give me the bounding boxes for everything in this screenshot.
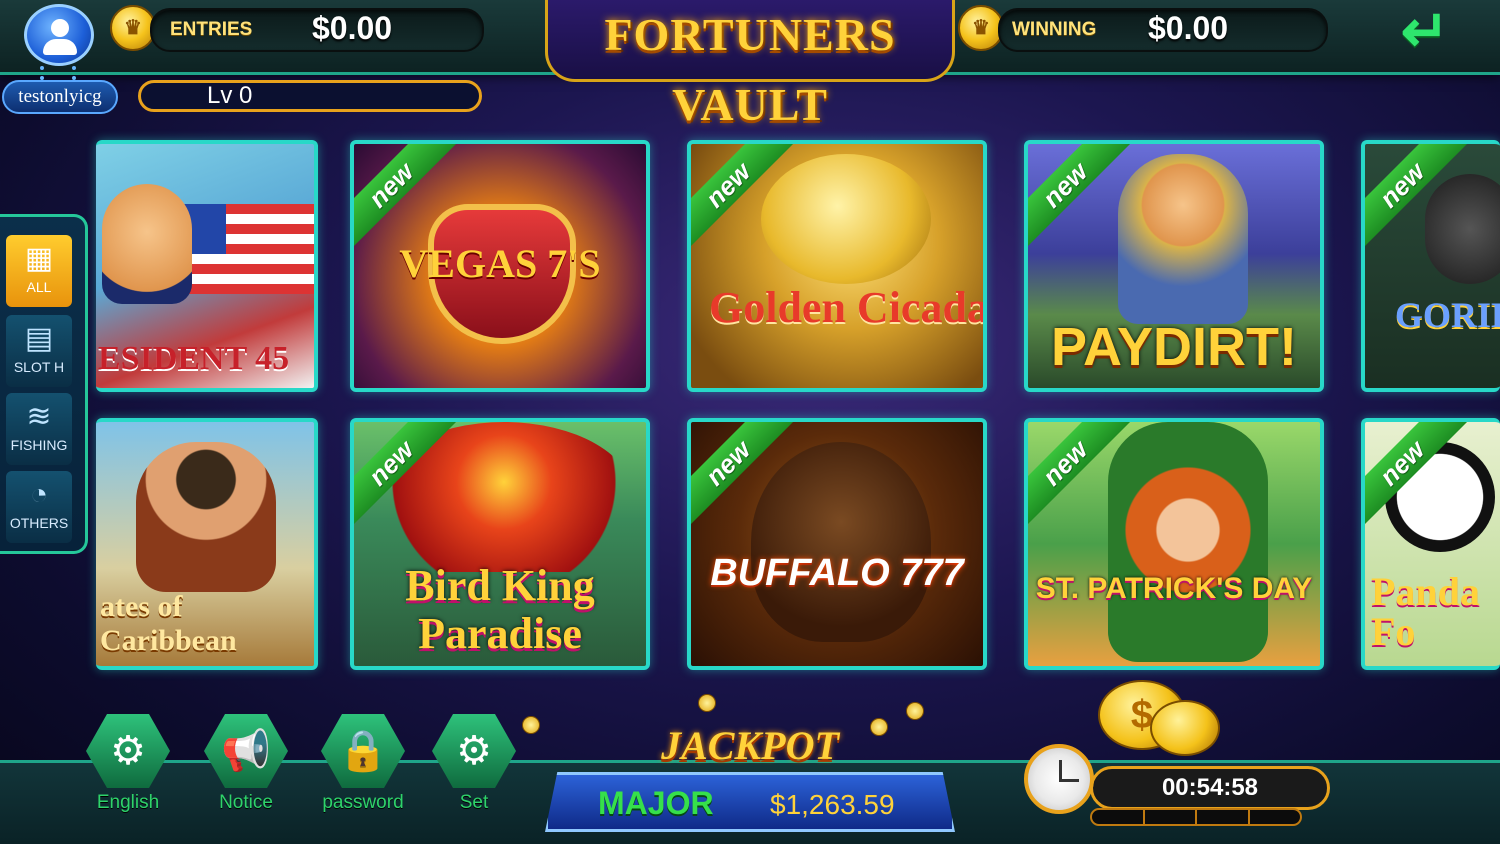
dollar-coin-icon [1150,700,1220,756]
winning-box: WINNING $0.00 [998,8,1328,52]
winning-label: WINNING [1012,19,1097,40]
coin-decoration [870,718,888,736]
game-tile-bird-king-paradise[interactable]: Bird King Paradise new [350,418,650,670]
avatar[interactable] [24,4,94,66]
shark-icon: ≋ [26,400,52,433]
jackpot-tier: MAJOR [598,785,714,821]
entries-label: ENTRIES [170,19,253,40]
game-tile-pirates-caribbean[interactable]: ates of Caribbean [96,418,318,670]
jackpot-panel: MAJOR $1,263.59 [545,772,955,832]
game-tile-buffalo-777[interactable]: BUFFALO 777 new [687,418,987,670]
back-arrow-icon[interactable]: ↵ [1370,2,1480,66]
pirate-art [136,442,276,592]
new-ribbon: new [1028,144,1131,251]
gorilla-art [1425,174,1500,284]
coin-decoration [698,694,716,712]
level-bar: Lv 0 [138,80,482,112]
coin-decoration [906,702,924,720]
game-title: Bird King Paradise [405,561,595,658]
game-title: GORILL [1395,295,1500,335]
password-label[interactable]: password [308,792,418,814]
game-tile-gorilla[interactable]: GORILL new [1361,140,1500,392]
game-tile-paydirt[interactable]: PAYDIRT! new [1024,140,1324,392]
game-title: Golden Cicada [709,283,987,332]
game-title: ESIDENT 45 [98,340,290,377]
pie-chart-icon: ◔ [29,478,49,511]
winning-value: $0.00 [1148,10,1229,46]
coin-decoration [522,716,540,734]
toad-art [761,154,931,284]
game-title: ST. PATRICK'S DAY [1035,572,1313,605]
game-tile-st-patricks-day[interactable]: ST. PATRICK'S DAY new [1024,418,1324,670]
logo-text: FORTUNERS VAULT [604,9,896,130]
game-logo: FORTUNERS VAULT [545,0,955,130]
set-label[interactable]: Set [419,792,529,814]
jackpot-amount: $1,263.59 [770,789,895,820]
category-others[interactable]: ◔ OTHERS [6,471,72,543]
grid-icon: ▦ [24,242,54,275]
countdown-timer: 00:54:58 [1090,766,1330,810]
buffalo-art [751,442,931,642]
user-icon [51,19,69,37]
clock-icon [1024,744,1094,814]
entries-value: $0.00 [312,10,393,46]
character-art [102,184,192,304]
game-tile-panda-fortune[interactable]: Panda Fo new [1361,418,1500,670]
game-tile-president-45[interactable]: ESIDENT 45 [96,140,318,392]
notice-label[interactable]: Notice [191,792,301,814]
timer-progress-bar [1090,808,1302,826]
game-tile-golden-cicada[interactable]: Golden Cicada new [687,140,987,392]
category-all[interactable]: ▦ ALL [6,235,72,307]
jackpot-title: JACKPOT [661,723,839,768]
username-badge: testonlyicg [2,80,118,114]
category-sidebar: ▦ ALL ▤ SLOT H ≋ FISHING ◔ OTHERS [0,214,88,554]
game-tile-vegas-7s[interactable]: VEGAS 7'S new [350,140,650,392]
game-title: PAYDIRT! [1050,317,1298,377]
game-title: Panda Fo [1371,569,1480,654]
avatar-chain [40,66,76,80]
game-title: VEGAS 7'S [399,241,601,286]
entries-box: ENTRIES $0.00 [150,8,484,52]
english-label[interactable]: English [73,792,183,814]
category-fishing[interactable]: ≋ FISHING [6,393,72,465]
miner-art [1118,154,1248,324]
slot-machine-icon: ▤ [24,322,54,355]
leprechaun-art [1108,422,1268,662]
game-title: ates of Caribbean [100,590,237,657]
category-slot[interactable]: ▤ SLOT H [6,315,72,387]
game-title: BUFFALO 777 [710,552,964,594]
